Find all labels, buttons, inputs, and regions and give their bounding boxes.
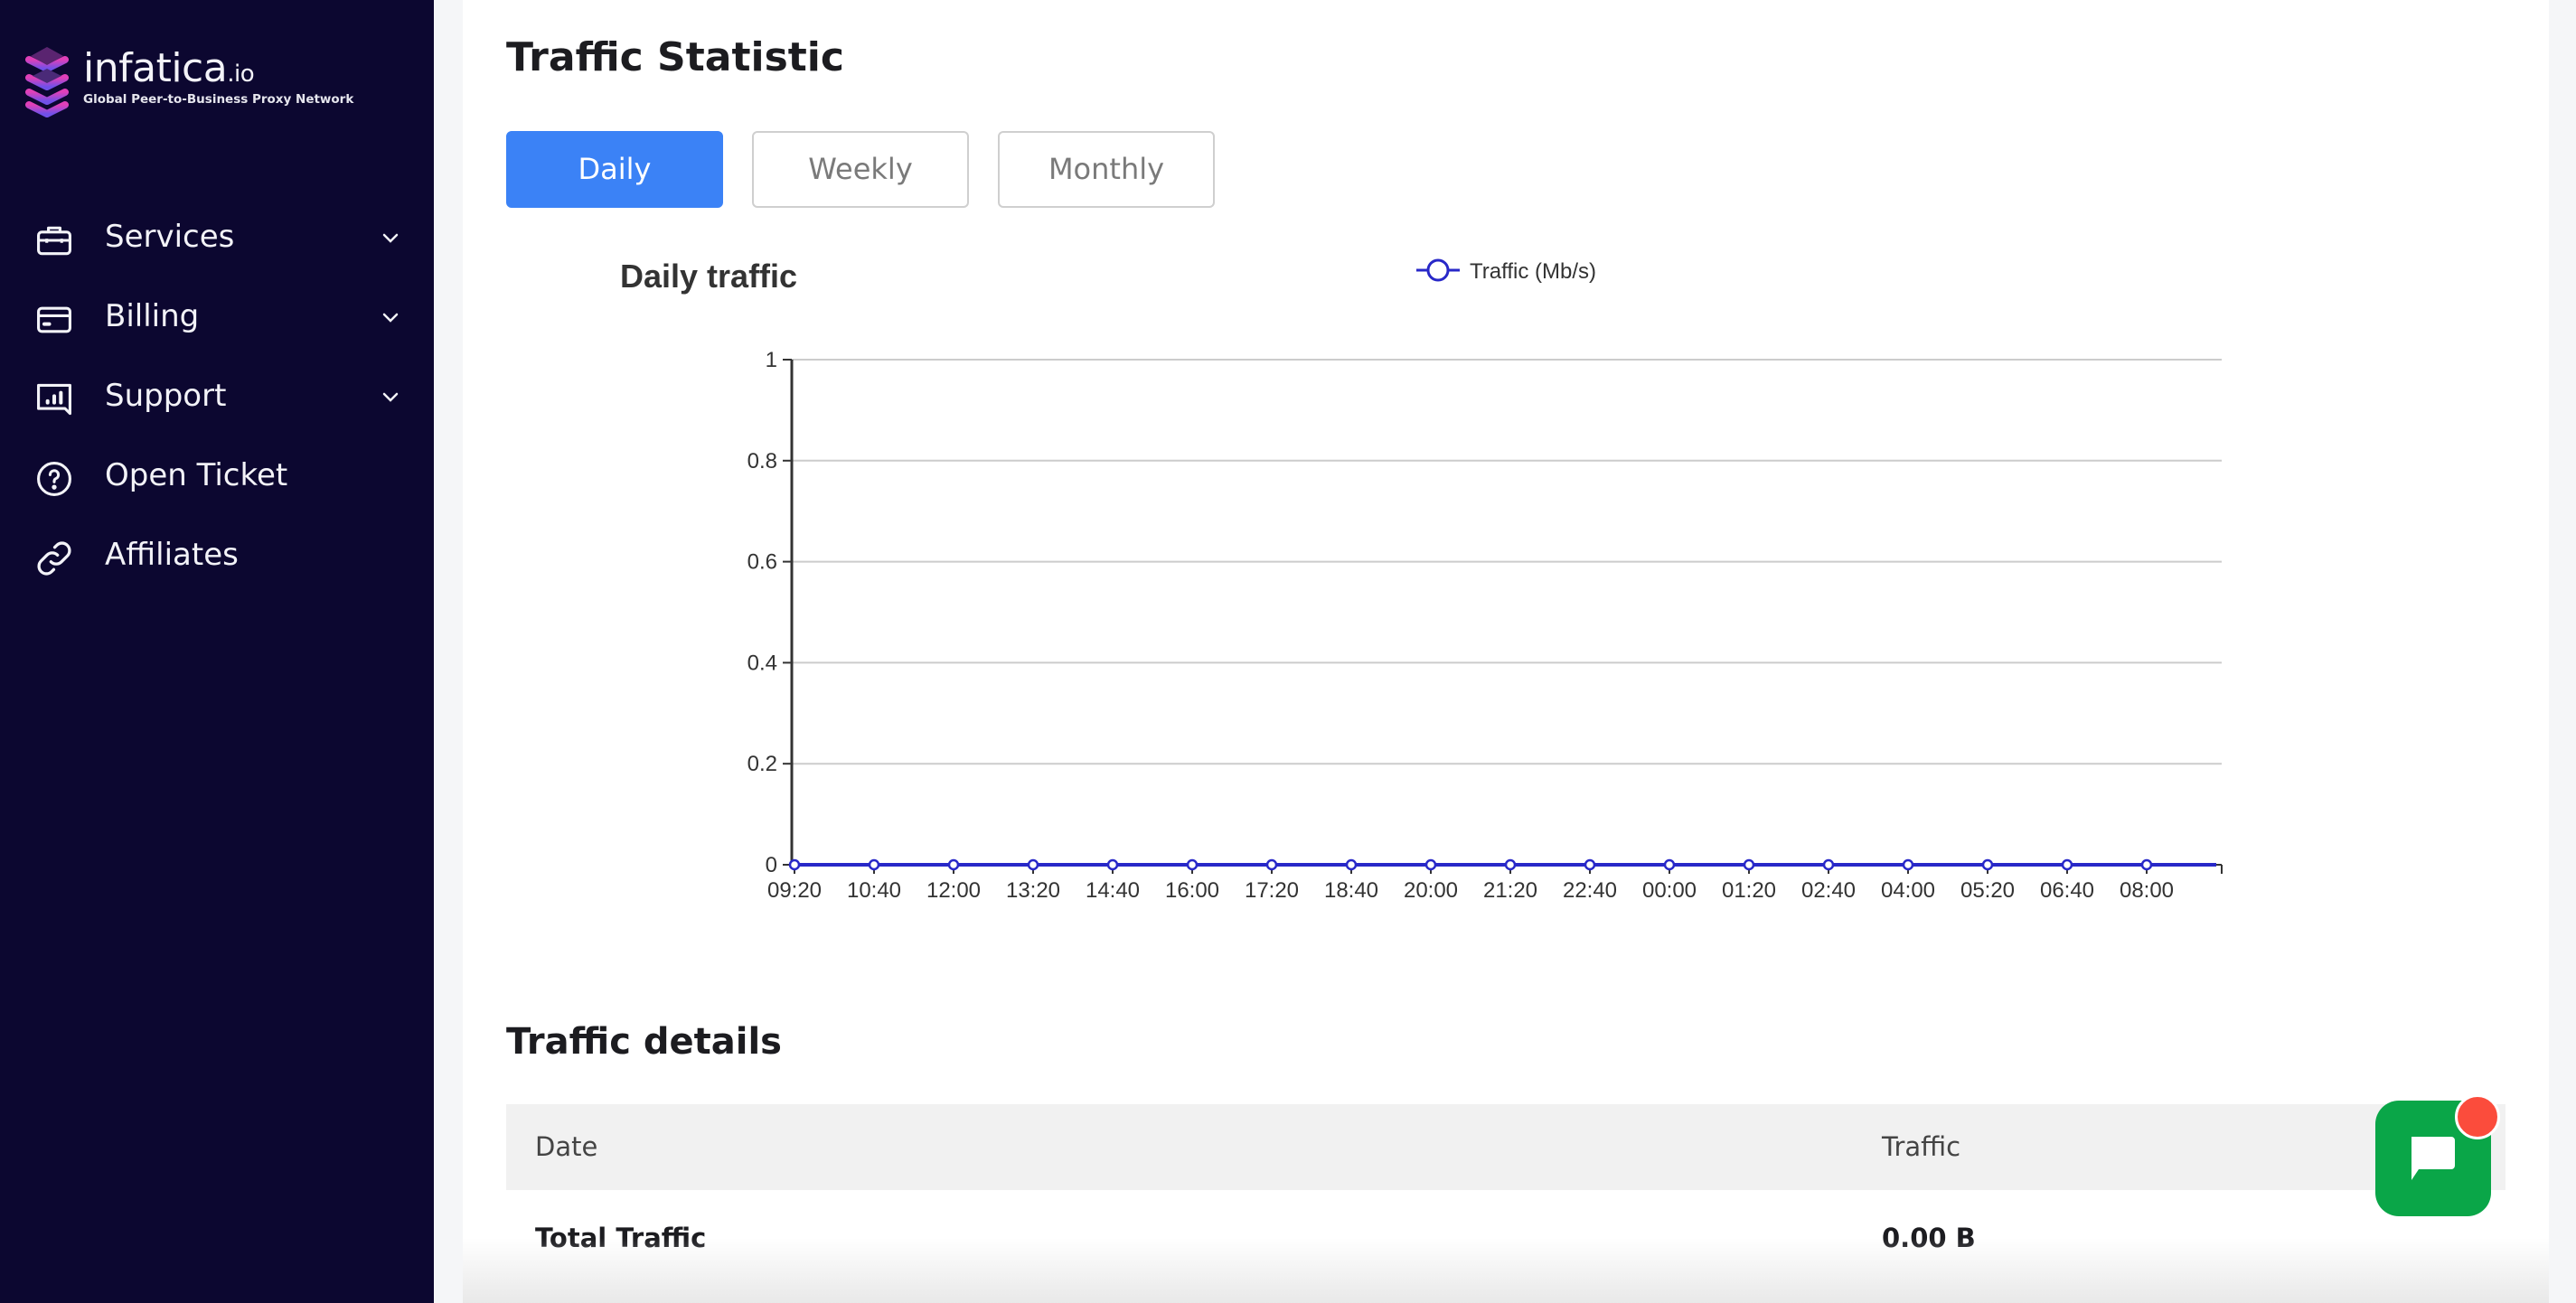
- chart-title: Daily traffic: [620, 258, 797, 295]
- x-tick-label: 18:40: [1324, 878, 1378, 903]
- x-tick-label: 02:40: [1801, 878, 1856, 903]
- x-axis: 09:20 10:40 12:00 13:20 14:40 16:00 17:20 18:40…: [767, 864, 2223, 903]
- y-tick-label: 0.6: [747, 550, 777, 575]
- data-point: [1265, 858, 1278, 871]
- x-tick-label: 09:20: [767, 878, 822, 903]
- x-tick-label: 17:20: [1245, 878, 1299, 903]
- y-tick-label: 0: [766, 853, 777, 877]
- series: [788, 858, 2216, 871]
- data-point: [868, 858, 880, 871]
- data-point: [2140, 858, 2153, 871]
- table-header: Date Traffic: [506, 1104, 2505, 1190]
- data-point: [1902, 858, 1914, 871]
- legend-marker-icon: [1426, 258, 1450, 282]
- data-point: [1424, 858, 1437, 871]
- column-header-traffic[interactable]: Traffic: [1882, 1131, 1960, 1162]
- data-point: [1186, 858, 1199, 871]
- data-point: [1027, 858, 1039, 871]
- data-point: [1504, 858, 1517, 871]
- x-tick-label: 10:40: [847, 878, 901, 903]
- traffic-chart: Daily traffic Traffic (Mb/s) 00.20.40.60…: [620, 258, 2223, 903]
- x-tick-label: 22:40: [1563, 878, 1617, 903]
- row-date: Total Traffic: [535, 1223, 707, 1253]
- data-point: [1981, 858, 1994, 871]
- legend-label: Traffic (Mb/s): [1470, 259, 1596, 284]
- x-tick-label: 20:00: [1404, 878, 1458, 903]
- notification-badge: [2455, 1094, 2500, 1139]
- grid: [792, 359, 2222, 765]
- data-point: [1822, 858, 1835, 871]
- y-tick-label: 0.4: [747, 651, 777, 675]
- traffic-details-title: Traffic details: [506, 1021, 782, 1063]
- data-point: [2061, 858, 2073, 871]
- data-point: [788, 858, 801, 871]
- data-point: [1584, 858, 1596, 871]
- data-point: [1663, 858, 1676, 871]
- data-point: [1106, 858, 1119, 871]
- x-tick-label: 12:00: [926, 878, 981, 903]
- y-tick-label: 0.2: [747, 752, 777, 776]
- data-point: [1743, 858, 1755, 871]
- row-traffic: 0.00 B: [1882, 1223, 1976, 1253]
- x-tick-label: 21:20: [1483, 878, 1537, 903]
- column-header-date[interactable]: Date: [535, 1131, 597, 1162]
- x-tick-label: 16:00: [1165, 878, 1219, 903]
- y-tick-label: 0.8: [747, 449, 777, 473]
- y-tick-label: 1: [766, 348, 777, 372]
- x-tick-label: 01:20: [1722, 878, 1776, 903]
- x-tick-label: 14:40: [1086, 878, 1140, 903]
- x-tick-label: 00:00: [1642, 878, 1697, 903]
- data-point: [1345, 858, 1358, 871]
- x-tick-label: 13:20: [1006, 878, 1060, 903]
- chat-bubble-icon: [2411, 1137, 2455, 1180]
- x-tick-label: 06:40: [2040, 878, 2094, 903]
- y-axis: 0 0.2 0.4 0.6 0.8 1: [747, 348, 794, 877]
- x-tick-label: 08:00: [2120, 878, 2174, 903]
- x-tick-label: 05:20: [1960, 878, 2015, 903]
- chart-legend[interactable]: Traffic (Mb/s): [1416, 258, 1596, 284]
- data-point: [947, 858, 960, 871]
- x-tick-label: 04:00: [1881, 878, 1935, 903]
- table-row: Total Traffic 0.00 B: [506, 1190, 2505, 1298]
